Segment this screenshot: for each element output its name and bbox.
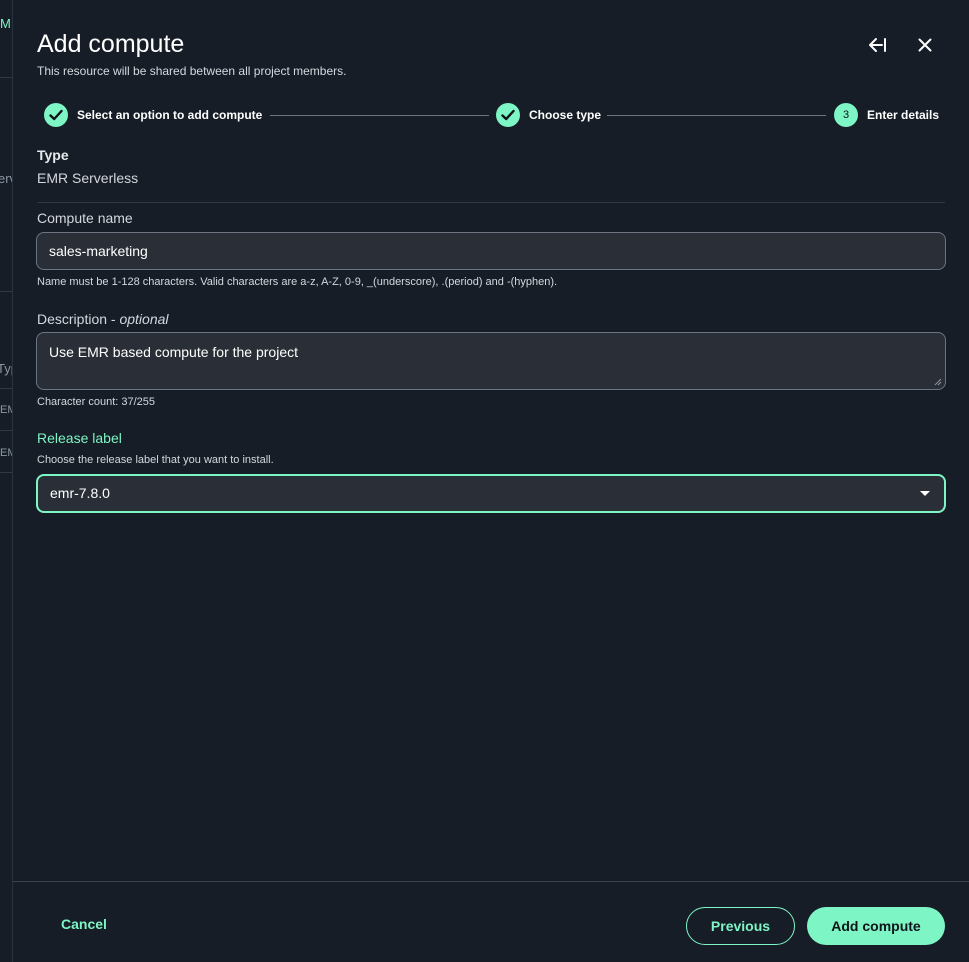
step-enter-details: 3 Enter details <box>834 103 939 127</box>
step-choose-type: Choose type <box>496 103 601 127</box>
step-complete-marker <box>44 103 68 127</box>
release-selected-value: emr-7.8.0 <box>50 485 110 501</box>
release-label: Release label <box>37 430 122 446</box>
cancel-button[interactable]: Cancel <box>61 916 107 932</box>
previous-button[interactable]: Previous <box>686 907 795 945</box>
background-divider <box>0 430 12 431</box>
step-label: Choose type <box>529 108 602 122</box>
type-value: EMR Serverless <box>37 170 139 186</box>
release-label-select[interactable]: emr-7.8.0 <box>36 474 946 513</box>
background-fragment: Typ <box>0 361 12 376</box>
panel-header: Add compute This resource will be shared… <box>37 30 346 78</box>
checkmark-icon <box>501 109 515 121</box>
background-fragment: EM <box>0 447 12 459</box>
checkmark-icon <box>49 109 63 121</box>
step-connector <box>270 114 489 116</box>
release-hint: Choose the release label that you want t… <box>37 454 274 466</box>
compute-name-label: Compute name <box>37 210 133 226</box>
description-label-text: Description - <box>37 311 120 327</box>
compute-name-hint: Name must be 1-128 characters. Valid cha… <box>37 276 558 288</box>
background-divider <box>0 291 12 292</box>
optional-tag: optional <box>119 311 169 327</box>
background-divider <box>0 77 12 78</box>
background-divider <box>0 388 12 389</box>
step-number-marker: 3 <box>834 103 858 127</box>
add-compute-button[interactable]: Add compute <box>807 907 945 945</box>
page-title: Add compute <box>37 30 185 58</box>
step-complete-marker <box>496 103 520 127</box>
collapse-panel-button[interactable] <box>866 34 888 56</box>
section-divider <box>37 202 945 203</box>
close-icon <box>918 38 932 52</box>
background-fragment: erv <box>0 171 12 186</box>
progress-stepper: Select an option to add compute Choose t… <box>44 103 939 127</box>
background-fragment: M <box>0 16 11 31</box>
description-value: Use EMR based compute for the project <box>49 344 299 360</box>
step-label: Enter details <box>867 108 940 122</box>
footer-divider <box>13 881 969 882</box>
compute-name-input[interactable]: sales-marketing <box>36 232 946 270</box>
step-connector <box>607 114 826 116</box>
page-subtitle: This resource will be shared between all… <box>37 64 347 78</box>
background-divider <box>0 472 12 473</box>
step-label: Select an option to add compute <box>77 108 263 122</box>
description-label: Description - optional <box>37 311 169 327</box>
background-page: M erv Typ EM EM <box>0 0 13 962</box>
step-select-option: Select an option to add compute <box>44 103 262 127</box>
close-button[interactable] <box>914 34 936 56</box>
resize-handle-icon[interactable] <box>934 378 942 386</box>
character-count: Character count: 37/255 <box>37 396 156 408</box>
arrow-left-bar-icon <box>869 38 886 52</box>
caret-down-icon <box>920 491 930 496</box>
background-fragment: EM <box>0 404 12 416</box>
description-textarea[interactable]: Use EMR based compute for the project <box>36 332 946 390</box>
type-label: Type <box>37 147 69 163</box>
add-compute-panel: Add compute This resource will be shared… <box>13 0 969 962</box>
